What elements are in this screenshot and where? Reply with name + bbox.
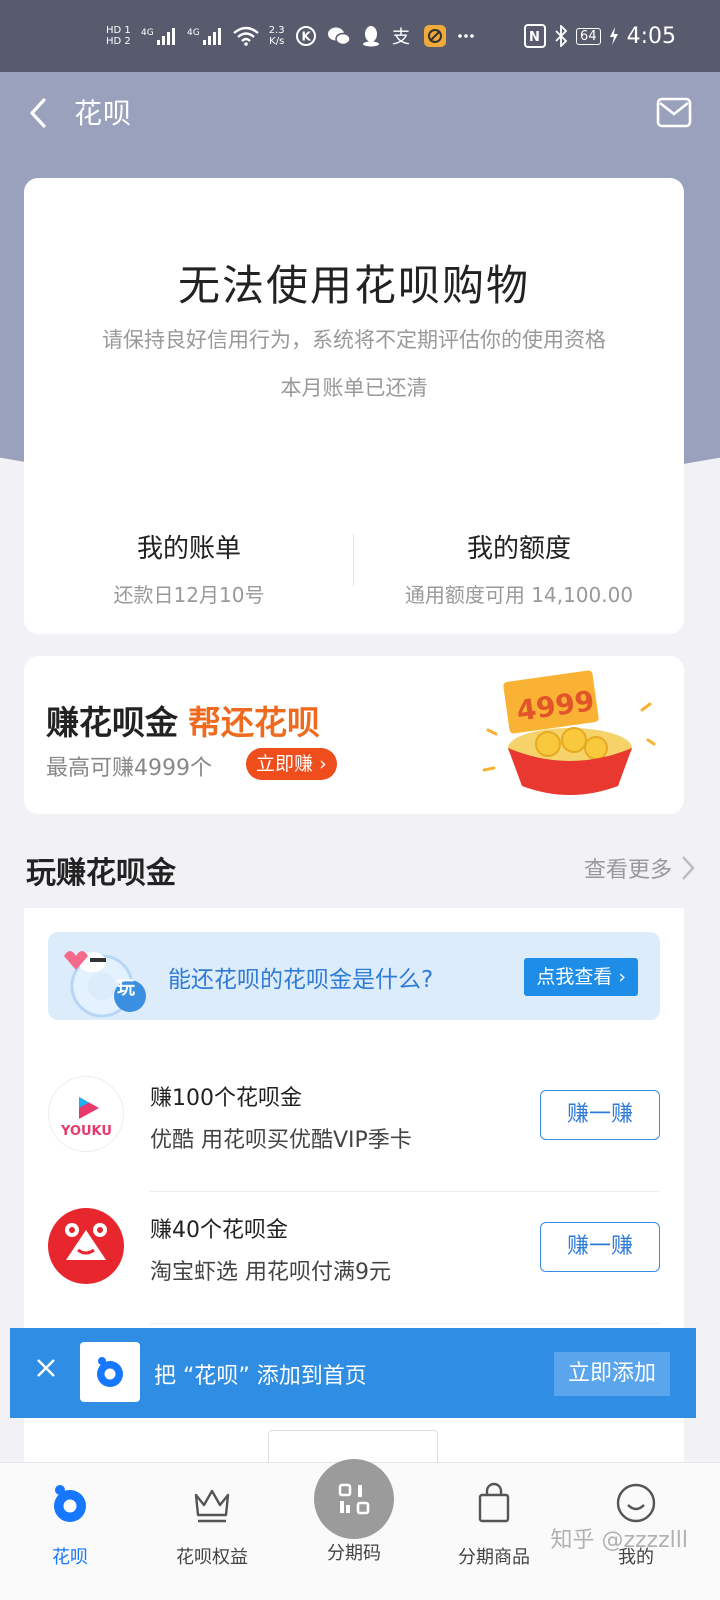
task-subtitle: 优酷 用花呗买优酷VIP季卡 [150,1128,412,1153]
status-headline: 无法使用花呗购物 [177,261,530,310]
k-app-icon: K [295,25,317,47]
promo-card[interactable]: 赚花呗金 帮还花呗 最高可赚4999个 立即赚 › 4999 [24,656,684,814]
section-title: 玩赚花呗金 [26,856,176,891]
alipay-icon: 支 [391,25,413,47]
svg-text:YOUKU: YOUKU [60,1124,112,1139]
info-banner-text: 能还花呗的花呗金是什么? [168,967,434,993]
battery-level: 64 [576,27,601,45]
earn-button[interactable]: 赚一赚 [540,1090,660,1140]
add-now-button[interactable]: 立即添加 [553,1352,670,1396]
qr-code-icon [338,1483,370,1515]
status-card: 无法使用花呗购物 请保持良好信用行为，系统将不定期评估你的使用资格 本月账单已还… [24,178,684,634]
svg-text:N: N [529,30,540,45]
task-title: 赚40个花呗金 [150,1218,288,1243]
watermark: 知乎 @zzzzlll [550,1528,688,1553]
task-title: 赚100个花呗金 [150,1086,302,1111]
task-row-youku: YOUKU 赚100个花呗金 优酷 用花呗买优酷VIP季卡 赚一赚 [24,1060,684,1192]
clock: 4:05 [626,23,676,49]
youku-logo-icon: YOUKU [48,1076,124,1152]
bluetooth-icon [554,25,568,47]
tab-label: 分期码 [327,1543,381,1564]
tab-benefits[interactable]: 花呗权益 [152,1481,272,1569]
chevron-right-icon: › [319,753,327,775]
svg-text:K: K [301,30,311,44]
tab-label: 花呗权益 [176,1547,248,1568]
earn-now-button[interactable]: 立即赚 › [246,748,337,780]
tab-label: 分期商品 [458,1547,530,1568]
check-it-label: 点我查看 [536,966,613,988]
my-limit-available: 通用额度可用 14,100.00 [404,583,634,607]
close-icon[interactable] [36,1358,56,1378]
info-banner[interactable]: 玩 能还花呗的花呗金是什么? 点我查看 › [48,932,660,1020]
mail-icon[interactable] [656,96,692,130]
crown-icon [194,1489,230,1523]
row-divider [150,1323,660,1324]
signal-icon-2: 4G [187,26,223,46]
earn-now-label: 立即赚 [256,753,314,775]
charging-icon [609,27,619,45]
nav-header: 花呗 [0,78,720,148]
status-bar: HD 1 HD 2 4G 4G 2.3 K/s K 支 N 64 4:05 [0,0,720,72]
hd2-label: HD 2 [106,36,131,47]
wechat-icon [327,25,351,47]
earn-button[interactable]: 赚一赚 [540,1222,660,1272]
my-bill[interactable]: 我的账单 还款日12月10号 [24,528,354,608]
speed-value: 2.3 [268,25,285,36]
promo-subtitle: 最高可赚4999个 [46,756,212,781]
view-more-label: 查看更多 [583,858,672,883]
play-badge: 玩 [117,978,135,999]
speed-unit: K/s [269,36,285,47]
installment-code-button[interactable] [314,1459,394,1539]
taobao-xiaxuan-logo-icon [48,1208,124,1284]
my-bill-due-date: 还款日12月10号 [113,583,265,607]
huabei-app-icon [80,1342,140,1402]
svg-text:支: 支 [392,27,410,47]
chevron-right-icon [682,856,695,880]
tab-installment-goods[interactable]: 分期商品 [434,1481,554,1569]
more-dots-icon [457,31,475,41]
qq-icon [361,25,381,47]
tab-huabei[interactable]: 花呗 [10,1481,130,1569]
smile-face-icon [616,1483,656,1523]
hd-indicator: HD 1 HD 2 [106,25,131,47]
view-more-link[interactable]: 查看更多 [584,852,696,884]
svg-text:4G: 4G [141,28,154,38]
nfc-icon: N [524,24,547,48]
my-limit[interactable]: 我的额度 通用额度可用 14,100.00 [354,528,684,608]
chevron-right-icon: › [618,966,626,988]
wifi-icon [232,26,259,46]
task-subtitle: 淘宝虾选 用花呗付满9元 [150,1260,391,1285]
status-description: 请保持良好信用行为，系统将不定期评估你的使用资格 [102,328,606,352]
promo-title-accent: 帮还花呗 [188,703,320,742]
app-notify-icon [423,24,447,48]
svg-text:4G: 4G [187,28,200,38]
my-limit-title: 我的额度 [466,534,571,564]
promo-title-main: 赚花呗金 [46,703,178,742]
tab-installment-code[interactable]: 分期码 [294,1459,414,1565]
my-bill-title: 我的账单 [136,534,241,564]
shopping-bag-icon [478,1482,510,1523]
signal-icon: 4G [141,26,177,46]
add-to-home-banner: 把 “花呗” 添加到首页 立即添加 [10,1328,696,1418]
network-speed: 2.3 K/s [269,25,285,47]
hd1-label: HD 1 [106,25,131,36]
gift-bowl-illustration: 4999 [482,670,656,795]
task-row-taobao: 赚40个花呗金 淘宝虾选 用花呗付满9元 赚一赚 [24,1192,684,1324]
back-arrow-icon[interactable] [24,94,54,132]
add-to-home-text: 把 “花呗” 添加到首页 [154,1364,367,1389]
promo-title: 赚花呗金 帮还花呗 [46,696,320,744]
check-it-button[interactable]: 点我查看 › [524,958,638,996]
huabei-tab-icon [54,1485,86,1522]
tab-label: 花呗 [52,1547,88,1568]
bill-status: 本月账单已还清 [280,376,428,400]
page-title: 花呗 [74,97,133,130]
